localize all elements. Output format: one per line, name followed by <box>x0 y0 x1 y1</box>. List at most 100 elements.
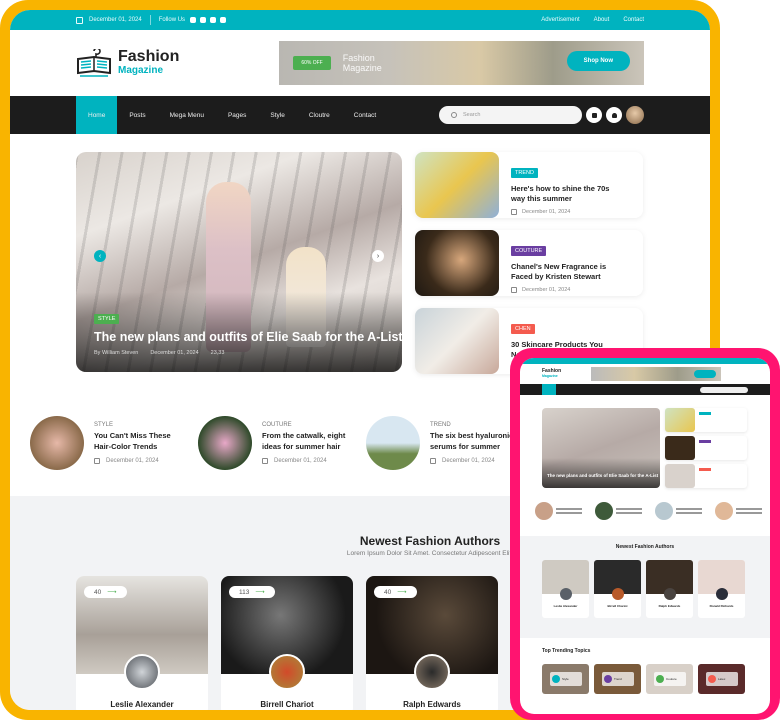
author-name[interactable]: Ralph Edwards <box>366 700 498 709</box>
mobile-preview-frame: Fashion Magazine The new plans and outfit… <box>510 348 780 720</box>
notification-button[interactable] <box>606 107 622 123</box>
shop-now-button[interactable]: Shop Now <box>566 51 630 71</box>
post-date: December 01, 2024 <box>522 209 571 215</box>
mobile-preview-screen: Fashion Magazine The new plans and outfit… <box>520 358 770 714</box>
author-card[interactable]: 113 ⟶ Birrell Chariot <box>221 576 353 710</box>
author-avatar <box>269 654 305 690</box>
user-avatar[interactable] <box>626 106 644 124</box>
post-count-badge[interactable]: 113 ⟶ <box>229 586 275 598</box>
post-count-badge[interactable]: 40 ⟶ <box>84 586 127 598</box>
mobile-side-post <box>665 464 747 488</box>
hero-title[interactable]: The new plans and outfits of Elie Saab f… <box>94 330 402 344</box>
post-date: December 01, 2024 <box>522 287 571 293</box>
logo-title: Fashion <box>118 48 180 65</box>
slider-next-button[interactable]: › <box>372 250 384 262</box>
hero-meta: By William Steven December 01, 2024 23,3… <box>94 350 224 356</box>
nav-home[interactable]: Home <box>76 96 118 134</box>
bookmark-button[interactable] <box>586 107 602 123</box>
hero-category-tag[interactable]: STYLE <box>94 314 120 324</box>
mobile-side-post <box>665 436 747 460</box>
nav-style[interactable]: Style <box>258 96 296 134</box>
post-count-badge[interactable]: 40 ⟶ <box>374 586 417 598</box>
mobile-hero-title: The new plans and outfits of Elie Saab f… <box>547 473 659 478</box>
bookmark-icon <box>591 112 597 118</box>
hero-author: By William Steven <box>94 350 139 356</box>
post-thumbnail <box>415 230 499 296</box>
author-card[interactable]: 40 ⟶ Leslie Alexander <box>76 576 208 710</box>
calendar-icon <box>511 209 517 215</box>
youtube-icon[interactable] <box>210 17 217 23</box>
nav-mega-menu[interactable]: Mega Menu <box>158 96 216 134</box>
discount-badge: 60% OFF <box>293 56 331 70</box>
post-category: STYLE <box>94 422 114 428</box>
arrow-right-icon: ⟶ <box>397 589 407 596</box>
author-name[interactable]: Leslie Alexander <box>76 700 208 709</box>
calendar-icon <box>76 16 83 24</box>
post-date: December 01, 2024 <box>442 458 495 464</box>
nav-posts[interactable]: Posts <box>117 96 157 134</box>
post-category: COUTURE <box>262 422 292 428</box>
divider <box>149 15 151 25</box>
search-input[interactable]: Search <box>439 106 582 124</box>
nav-pages[interactable]: Pages <box>216 96 258 134</box>
nav-contact[interactable]: Contact <box>342 96 388 134</box>
post-thumbnail <box>366 416 420 470</box>
mobile-hero: The new plans and outfits of Elie Saab f… <box>542 408 660 488</box>
bell-icon <box>611 112 617 118</box>
logo-subtitle: Magazine <box>118 65 164 76</box>
calendar-icon <box>94 458 100 464</box>
mini-post[interactable]: STYLE You Can't Miss These Hair-Color Tre… <box>30 416 198 470</box>
about-link[interactable]: About <box>594 17 610 23</box>
contact-link[interactable]: Contact <box>623 17 644 23</box>
post-thumbnail <box>415 152 499 218</box>
mini-post[interactable]: COUTURE From the catwalk, eight ideas for… <box>198 416 366 470</box>
mobile-nav <box>520 384 770 395</box>
main-nav: Home Posts Mega Menu Pages Style Cloutre… <box>10 96 710 134</box>
post-thumbnail <box>30 416 84 470</box>
nav-couture[interactable]: Cloutre <box>297 96 342 134</box>
post-title[interactable]: From the catwalk, eight ideas for summer … <box>262 430 352 452</box>
author-avatar <box>124 654 160 690</box>
calendar-icon <box>511 287 517 293</box>
post-thumbnail <box>198 416 252 470</box>
post-category-tag[interactable]: TREND <box>511 168 538 178</box>
twitter-icon[interactable] <box>200 17 207 23</box>
ad-banner[interactable]: 60% OFF Fashion Magazine Shop Now <box>279 41 644 85</box>
mobile-logo: Fashion Magazine <box>542 368 562 379</box>
mobile-shop-now-button <box>694 370 717 378</box>
post-date: December 01, 2024 <box>106 458 159 464</box>
slider-prev-button[interactable]: ‹ <box>94 250 106 262</box>
mini-post-row: STYLE You Can't Miss These Hair-Color Tre… <box>30 416 534 470</box>
author-name[interactable]: Birrell Chariot <box>221 700 353 709</box>
side-post[interactable]: COUTURE Chanel's New Fragrance is Faced … <box>415 230 643 296</box>
side-post[interactable]: TREND Here's how to shine the 70s way th… <box>415 152 643 218</box>
follow-label: Follow Us <box>158 17 186 23</box>
hero-date: December 01, 2024 <box>150 350 199 356</box>
book-hanger-icon <box>77 49 111 77</box>
search-icon <box>451 112 457 118</box>
post-title[interactable]: Chanel's New Fragrance is Faced by Krist… <box>511 262 611 282</box>
post-category-tag[interactable]: CHEN <box>511 324 535 334</box>
search-placeholder: Search <box>463 112 481 118</box>
advertisement-link[interactable]: Advertisement <box>541 17 579 23</box>
site-header: Fashion Magazine 60% OFF Fashion Magazin… <box>10 30 710 96</box>
banner-title: Fashion Magazine <box>342 53 382 73</box>
mobile-search <box>700 386 748 393</box>
hero-slide[interactable]: ‹ › STYLE The new plans and outfits of E… <box>76 152 402 372</box>
hero-comments: 23,33 <box>210 350 225 356</box>
mobile-ad-banner <box>591 367 722 381</box>
mobile-authors: Newest Fashion Authors Leslie Alexander … <box>520 536 770 638</box>
post-category: TREND <box>430 422 451 428</box>
post-title[interactable]: You Can't Miss These Hair-Color Trends <box>94 430 184 452</box>
post-title[interactable]: The six best hyaluronic serums for summer <box>430 430 520 452</box>
mobile-mini-posts <box>535 502 769 520</box>
facebook-icon[interactable] <box>190 17 197 23</box>
post-title[interactable]: Here's how to shine the 70s way this sum… <box>511 184 611 204</box>
instagram-icon[interactable] <box>220 17 227 23</box>
site-logo[interactable]: Fashion Magazine <box>76 49 179 77</box>
post-date: December 01, 2024 <box>274 458 327 464</box>
top-bar: December 01, 2024 Follow Us Advertisemen… <box>10 10 710 30</box>
author-card[interactable]: 40 ⟶ Ralph Edwards <box>366 576 498 710</box>
post-category-tag[interactable]: COUTURE <box>511 246 547 256</box>
mini-post[interactable]: TREND The six best hyaluronic serums for … <box>366 416 534 470</box>
